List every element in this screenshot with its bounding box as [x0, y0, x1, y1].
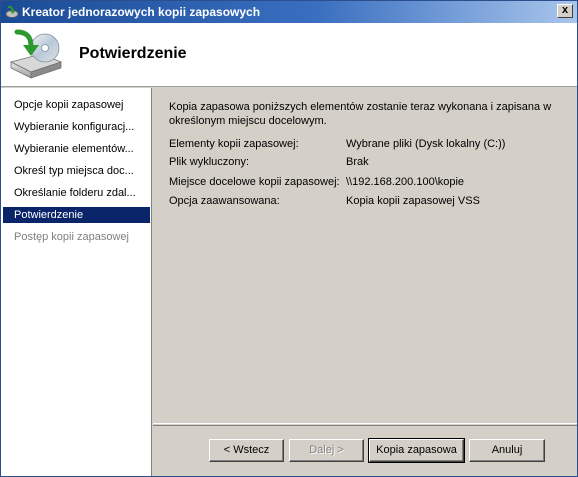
title-bar[interactable]: Kreator jednorazowych kopii zapasowych x	[1, 1, 577, 23]
wizard-window: Kreator jednorazowych kopii zapasowych x	[0, 0, 578, 477]
excluded-file-value: Brak	[346, 156, 369, 168]
excluded-file-label: Plik wykluczony:	[169, 156, 250, 168]
destination-label: Miejsce docelowe kopii zapasowej:	[169, 176, 340, 188]
sidebar-item-backup-progress: Postęp kopii zapasowej	[14, 231, 129, 243]
button-bar: < Wstecz Dalej > Kopia zapasowa Anuluj	[153, 425, 577, 476]
back-button[interactable]: < Wstecz	[209, 439, 284, 462]
sidebar-item-confirmation[interactable]: Potwierdzenie	[3, 207, 150, 223]
backup-button[interactable]: Kopia zapasowa	[368, 438, 465, 463]
backup-items-label: Elementy kopii zapasowej:	[169, 138, 299, 150]
backup-items-value: Wybrane pliki (Dysk lokalny (C:))	[346, 138, 506, 150]
close-icon: x	[561, 4, 569, 16]
backup-disk-icon	[9, 29, 63, 79]
next-button[interactable]: Dalej >	[289, 439, 364, 462]
sidebar-item-backup-options[interactable]: Opcje kopii zapasowej	[3, 97, 150, 113]
sidebar-item-destination-type[interactable]: Określ typ miejsca doc...	[3, 163, 150, 179]
backup-app-icon	[5, 5, 19, 18]
sidebar-item-remote-folder[interactable]: Określanie folderu zdal...	[3, 185, 150, 201]
close-button[interactable]: x	[557, 4, 573, 18]
advanced-option-value: Kopia kopii zapasowej VSS	[346, 195, 480, 207]
window-title: Kreator jednorazowych kopii zapasowych	[22, 5, 261, 19]
page-title: Potwierdzenie	[79, 45, 187, 62]
confirmation-panel: Kopia zapasowa poniższych elementów zost…	[153, 88, 577, 424]
intro-text: Kopia zapasowa poniższych elementów zost…	[169, 101, 552, 127]
wizard-steps-sidebar: Opcje kopii zapasowej Wybieranie konfigu…	[1, 88, 152, 476]
advanced-option-label: Opcja zaawansowana:	[169, 195, 280, 207]
wizard-header: Potwierdzenie	[1, 23, 577, 87]
sidebar-item-select-configuration[interactable]: Wybieranie konfiguracj...	[3, 119, 150, 135]
destination-value: \\192.168.200.100\kopie	[346, 176, 465, 188]
cancel-button[interactable]: Anuluj	[469, 439, 545, 462]
sidebar-item-select-items[interactable]: Wybieranie elementów...	[3, 141, 150, 157]
